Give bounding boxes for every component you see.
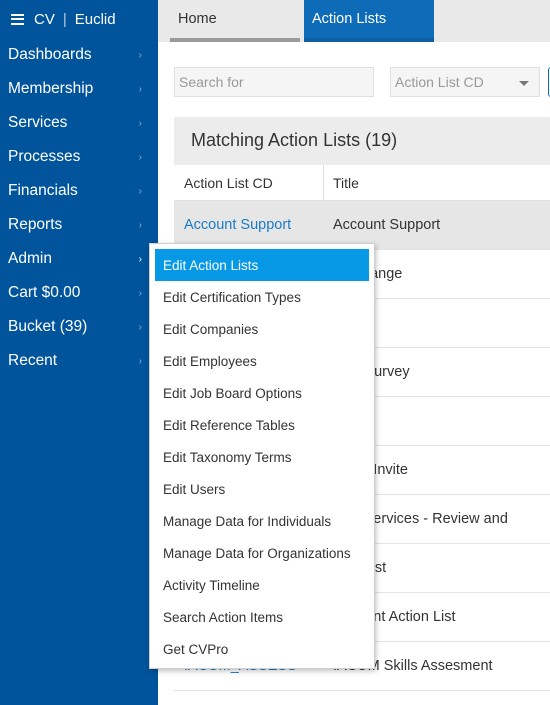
caret-down-icon — [519, 81, 529, 86]
sidebar-item-reports[interactable]: Reports › — [0, 208, 158, 242]
sidebar-item-financials[interactable]: Financials › — [0, 174, 158, 208]
admin-submenu: Edit Action Lists Edit Certification Typ… — [149, 243, 375, 669]
tab-bar: Home Action Lists — [158, 0, 550, 42]
sidebar: CV | Euclid Dashboards › Membership › Serv… — [0, 0, 158, 705]
sidebar-item-cart[interactable]: Cart $0.00 › — [0, 276, 158, 310]
sidebar-item-label: Processes — [8, 148, 81, 165]
chevron-right-icon: › — [138, 253, 142, 265]
menu-item-edit-action-lists[interactable]: Edit Action Lists — [155, 249, 369, 281]
chevron-right-icon: › — [138, 49, 142, 61]
chevron-right-icon: › — [138, 321, 142, 333]
sidebar-item-processes[interactable]: Processes › — [0, 140, 158, 174]
sidebar-item-recent[interactable]: Recent › — [0, 344, 158, 378]
sidebar-item-services[interactable]: Services › — [0, 106, 158, 140]
brand-separator: | — [62, 10, 67, 28]
table-header: Action List CD Title — [174, 165, 550, 201]
brand-cv: CV — [34, 10, 55, 28]
row-code-link[interactable]: Account Support — [184, 217, 291, 233]
sidebar-item-dashboards[interactable]: Dashboards › — [0, 38, 158, 72]
brand[interactable]: CV | Euclid — [0, 0, 158, 38]
menu-item-manage-data-organizations[interactable]: Manage Data for Organizations — [155, 537, 369, 569]
sidebar-item-label: Admin — [8, 250, 52, 267]
chevron-right-icon: › — [138, 83, 142, 95]
sidebar-item-label: Dashboards — [8, 46, 92, 63]
menu-item-edit-certification-types[interactable]: Edit Certification Types — [155, 281, 369, 313]
sidebar-item-label: Services — [8, 114, 68, 131]
menu-item-search-action-items[interactable]: Search Action Items — [155, 601, 369, 633]
sidebar-item-label: Reports — [8, 216, 63, 233]
menu-item-edit-companies[interactable]: Edit Companies — [155, 313, 369, 345]
results-heading: Matching Action Lists (19) — [174, 117, 550, 165]
sidebar-item-label: Financials — [8, 182, 78, 199]
menu-item-edit-job-board-options[interactable]: Edit Job Board Options — [155, 377, 369, 409]
column-action-list-cd[interactable]: Action List CD — [174, 165, 324, 201]
sidebar-item-membership[interactable]: Membership › — [0, 72, 158, 106]
chevron-right-icon: › — [138, 355, 142, 367]
tab-home[interactable]: Home — [170, 0, 300, 42]
chevron-right-icon: › — [138, 185, 142, 197]
chevron-right-icon: › — [138, 151, 142, 163]
select-value: Action List CD — [395, 74, 484, 90]
action-list-select[interactable]: Action List CD — [390, 67, 540, 97]
brand-euclid: Euclid — [74, 10, 116, 28]
sidebar-item-label: Cart $0.00 — [8, 284, 81, 301]
menu-item-edit-employees[interactable]: Edit Employees — [155, 345, 369, 377]
menu-item-activity-timeline[interactable]: Activity Timeline — [155, 569, 369, 601]
menu-item-edit-reference-tables[interactable]: Edit Reference Tables — [155, 409, 369, 441]
chevron-right-icon: › — [138, 219, 142, 231]
menu-item-edit-taxonomy-terms[interactable]: Edit Taxonomy Terms — [155, 441, 369, 473]
sidebar-item-admin[interactable]: Admin › — [0, 242, 158, 276]
chevron-right-icon: › — [138, 117, 142, 129]
hamburger-icon[interactable] — [11, 13, 24, 25]
menu-item-edit-users[interactable]: Edit Users — [155, 473, 369, 505]
menu-item-get-cvpro[interactable]: Get CVPro — [155, 633, 369, 665]
tab-action-lists[interactable]: Action Lists — [304, 0, 434, 42]
sidebar-item-label: Recent — [8, 352, 58, 369]
sidebar-item-label: Bucket (39) — [8, 318, 88, 335]
row-title: Account Support — [333, 217, 441, 233]
search-input[interactable]: Search for — [174, 67, 374, 97]
sidebar-item-bucket[interactable]: Bucket (39) › — [0, 310, 158, 344]
sidebar-item-label: Membership — [8, 80, 94, 97]
menu-item-manage-data-individuals[interactable]: Manage Data for Individuals — [155, 505, 369, 537]
column-title[interactable]: Title — [333, 175, 359, 191]
chevron-right-icon: › — [138, 287, 142, 299]
